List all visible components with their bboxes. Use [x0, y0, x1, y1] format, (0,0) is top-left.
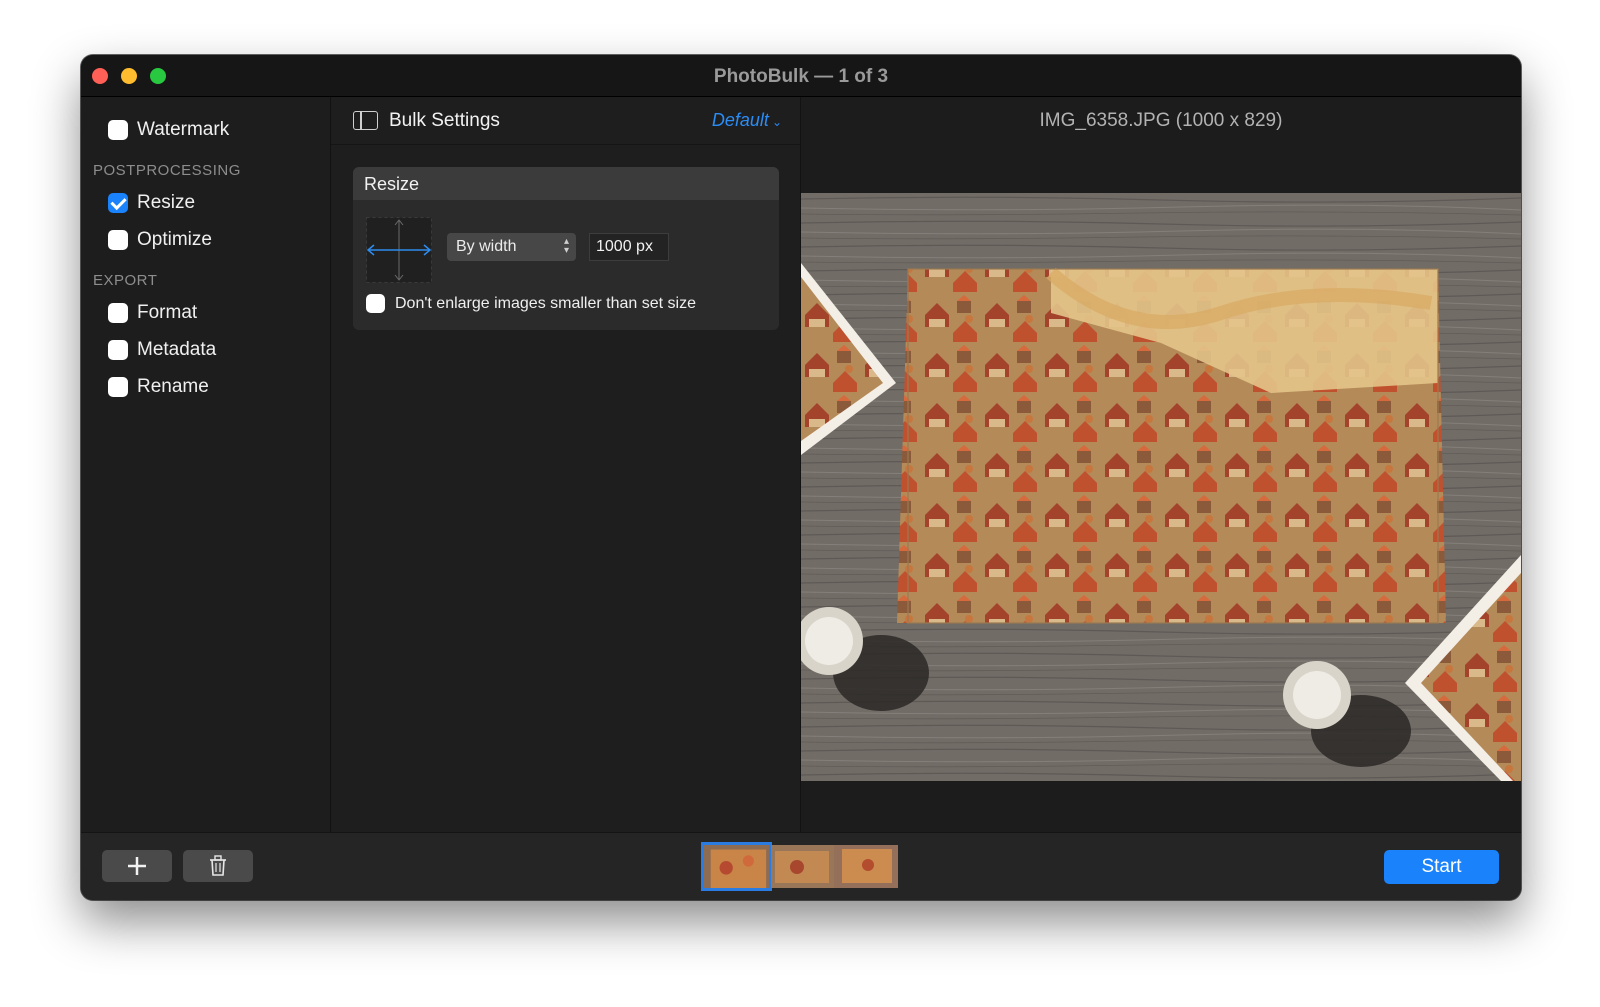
sidebar-item-label: Format [137, 302, 198, 323]
postprocessing-heading: POSTPROCESSING [93, 162, 241, 179]
sidebar-item-rename[interactable]: Rename [108, 376, 209, 398]
resize-value-input[interactable]: 1000 px [589, 233, 669, 261]
preview-pane: IMG_6358.JPG (1000 x 829) [801, 97, 1521, 832]
resize-mode-select[interactable]: By width ▴ ▾ [447, 233, 576, 261]
window-title: PhotoBulk — 1 of 3 [713, 66, 889, 87]
preset-dropdown[interactable]: Default ⌄ [712, 110, 782, 131]
export-heading: EXPORT [93, 272, 158, 289]
resize-checkbox[interactable] [108, 193, 128, 213]
resize-card-title: Resize [353, 167, 779, 200]
start-button[interactable]: Start [1384, 850, 1499, 884]
metadata-checkbox[interactable] [108, 340, 128, 360]
sidebar-item-format[interactable]: Format [108, 302, 197, 324]
optimize-checkbox[interactable] [108, 230, 128, 250]
sidebar-item-label: Optimize [137, 229, 212, 250]
image-filename-label: IMG_6358.JPG (1000 x 829) [1039, 110, 1283, 131]
format-checkbox[interactable] [108, 303, 128, 323]
preview-image [801, 193, 1521, 781]
sidebar-item-label: Metadata [137, 339, 217, 360]
sidebar-item-metadata[interactable]: Metadata [108, 339, 216, 361]
settings-panel: Bulk Settings Default ⌄ Resize By width ▴… [331, 97, 801, 832]
add-images-button[interactable] [102, 850, 172, 882]
app-window: PhotoBulk — 1 of 3 Watermark POSTPROCESS… [81, 55, 1521, 900]
settings-header: Bulk Settings Default ⌄ [331, 97, 800, 145]
bottom-toolbar: Start [81, 832, 1521, 900]
title-bar: PhotoBulk — 1 of 3 [81, 55, 1521, 97]
sidebar: Watermark POSTPROCESSING Resize Optimize… [81, 97, 331, 832]
dont-enlarge-checkbox[interactable] [366, 294, 385, 313]
dont-enlarge-label: Don't enlarge images smaller than set si… [395, 294, 696, 312]
plus-icon [128, 857, 146, 875]
delete-images-button[interactable] [183, 850, 253, 882]
trash-icon [210, 855, 226, 876]
puzzle-photo [801, 193, 1521, 781]
thumbnail-3[interactable] [834, 845, 898, 888]
resize-arrows-icon [366, 217, 432, 283]
settings-title: Bulk Settings [389, 110, 500, 131]
preset-label: Default [711, 110, 769, 130]
sidebar-item-watermark[interactable]: Watermark [108, 119, 229, 141]
resize-card: Resize By width ▴ ▾ 1000 px Don't enlarge… [353, 167, 779, 330]
sidebar-item-label: Rename [137, 376, 209, 397]
resize-mode-value: By width [456, 238, 517, 255]
panel-icon[interactable] [353, 111, 378, 130]
sidebar-item-label: Resize [137, 192, 196, 213]
sidebar-item-resize[interactable]: Resize [108, 192, 195, 214]
sidebar-item-optimize[interactable]: Optimize [108, 229, 212, 251]
rename-checkbox[interactable] [108, 377, 128, 397]
thumbnail-strip [698, 842, 898, 891]
updown-arrows-icon: ▴ ▾ [563, 236, 569, 256]
watermark-checkbox[interactable] [108, 120, 128, 140]
sidebar-item-label: Watermark [137, 119, 230, 140]
chevron-down-icon: ⌄ [771, 115, 782, 129]
thumbnail-1[interactable] [701, 842, 772, 891]
dont-enlarge-option[interactable]: Don't enlarge images smaller than set si… [366, 294, 696, 313]
thumbnail-2[interactable] [771, 845, 835, 888]
